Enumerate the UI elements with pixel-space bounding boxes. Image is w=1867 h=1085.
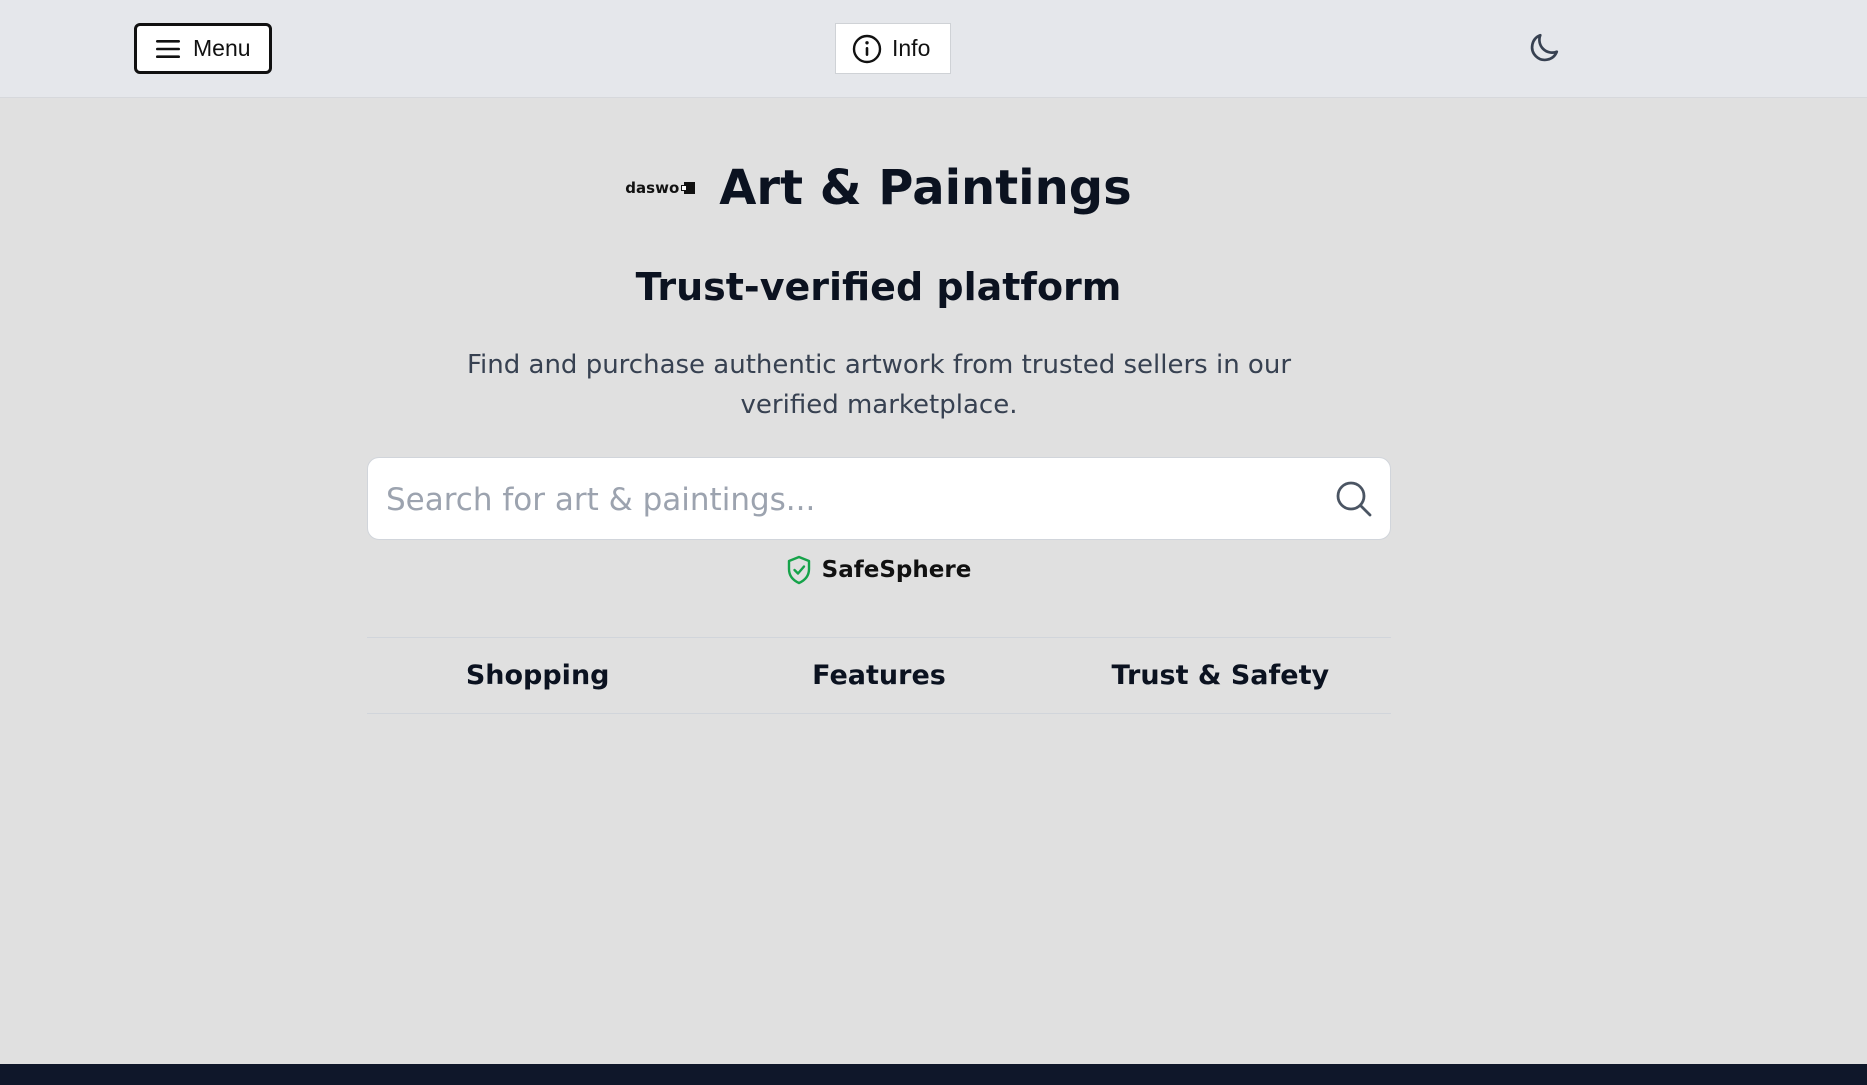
brand-logo-text: daswo [625, 179, 680, 197]
menu-button[interactable]: Menu [134, 23, 272, 74]
section-tabs: Shopping Features Trust & Safety [367, 637, 1391, 714]
top-bar: Menu Info [0, 0, 1867, 98]
brand-logo-mark [681, 182, 696, 194]
menu-button-label: Menu [193, 35, 251, 61]
info-circle-icon [852, 34, 882, 63]
page-title: Art & Paintings [719, 160, 1132, 216]
page-subtitle: Trust-verified platform [635, 265, 1122, 309]
search-bar [367, 457, 1391, 541]
footer [0, 1064, 1867, 1085]
info-button-label: Info [892, 35, 931, 61]
page-description: Find and purchase authentic artwork from… [466, 350, 1292, 420]
safesphere-badge: SafeSphere [0, 555, 1757, 585]
theme-toggle-button[interactable] [1524, 28, 1564, 68]
tab-features[interactable]: Features [708, 638, 1049, 713]
info-button[interactable]: Info [835, 23, 951, 74]
tab-shopping[interactable]: Shopping [367, 638, 708, 713]
shield-check-icon [787, 555, 810, 585]
hamburger-icon [156, 39, 180, 58]
brand-logo[interactable]: daswo [625, 179, 696, 197]
search-icon[interactable] [1334, 479, 1374, 519]
hero-header: daswo Art & Paintings [0, 158, 1757, 218]
search-input[interactable] [384, 458, 1288, 541]
moon-icon [1530, 33, 1559, 62]
safesphere-badge-label: SafeSphere [821, 557, 972, 583]
tab-trust-safety[interactable]: Trust & Safety [1050, 638, 1391, 713]
